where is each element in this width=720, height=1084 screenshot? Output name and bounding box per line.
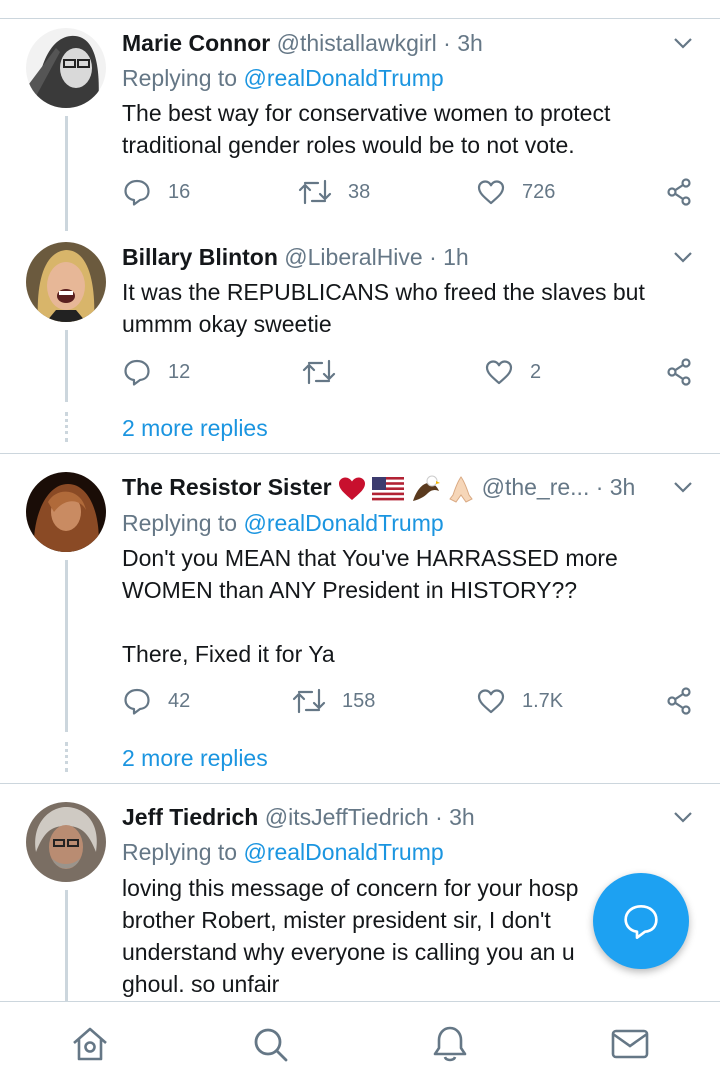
reply-count: 12: [168, 360, 191, 383]
tweet-actions: 42 158 1.7K: [122, 683, 702, 719]
heart-icon: [485, 360, 513, 385]
display-name[interactable]: Billary Blinton: [122, 244, 278, 270]
red-heart-icon: [339, 477, 366, 500]
share-button[interactable]: [664, 354, 694, 390]
retweet-icon: [298, 179, 332, 205]
retweet-button[interactable]: 38: [298, 174, 370, 210]
praying-hands-icon: [449, 476, 473, 503]
replying-to: Replying to @realDonaldTrump: [122, 508, 444, 538]
mention-link[interactable]: @realDonaldTrump: [243, 510, 443, 536]
timestamp: · 3h: [435, 804, 475, 830]
user-handle[interactable]: @itsJeffTiedrich: [265, 804, 429, 830]
heart-icon: [477, 689, 505, 714]
retweet-count: 158: [342, 689, 376, 712]
like-count: 726: [522, 180, 556, 203]
tweet-actions: 16 38 726: [122, 174, 702, 210]
thread-line: [65, 330, 68, 402]
display-name[interactable]: Marie Connor: [122, 30, 270, 56]
home-icon[interactable]: [70, 1024, 110, 1064]
mention-link[interactable]: @realDonaldTrump: [243, 65, 443, 91]
thread-line: [65, 116, 68, 231]
divider: [0, 453, 720, 454]
chevron-down-icon[interactable]: [672, 806, 694, 828]
like-button[interactable]: 1.7K: [476, 683, 563, 719]
reply-count: 16: [168, 180, 191, 203]
more-replies-link[interactable]: 2 more replies: [122, 413, 268, 443]
share-icon: [667, 358, 691, 386]
tweet-header: The Resistor Sister @the_re... · 3h: [122, 472, 636, 503]
reply-button[interactable]: 16: [122, 174, 190, 210]
share-button[interactable]: [664, 174, 694, 210]
messages-icon[interactable]: [610, 1024, 650, 1064]
display-name[interactable]: Jeff Tiedrich: [122, 804, 258, 830]
more-replies-link[interactable]: 2 more replies: [122, 743, 268, 773]
compose-reply-icon: [624, 905, 658, 939]
reply-icon: [124, 359, 150, 386]
avatar[interactable]: [26, 28, 106, 108]
timestamp: · 3h: [595, 474, 636, 500]
us-flag-icon: [372, 476, 405, 501]
thread-more-dots: [65, 742, 68, 772]
tweet-text: Don't you MEAN that You've HARRASSED mor…: [122, 545, 618, 667]
share-icon: [667, 178, 691, 206]
top-divider: [0, 18, 720, 19]
avatar[interactable]: [26, 472, 106, 552]
eagle-icon: [412, 475, 440, 501]
search-icon[interactable]: [250, 1024, 290, 1064]
replying-to-label: Replying to: [122, 510, 238, 536]
user-handle[interactable]: @thistallawkgirl: [277, 30, 437, 56]
divider: [0, 783, 720, 784]
timestamp: · 1h: [429, 244, 469, 270]
retweet-button[interactable]: 158: [292, 683, 375, 719]
user-handle[interactable]: @the_re...: [482, 474, 590, 500]
tweet-header: Marie Connor @thistallawkgirl · 3h: [122, 28, 483, 58]
reply-count: 42: [168, 689, 191, 712]
like-count: 2: [530, 360, 542, 383]
tweet-actions: 12 2: [122, 354, 702, 390]
reply-button[interactable]: 42: [122, 683, 190, 719]
retweet-icon: [292, 688, 326, 714]
display-name[interactable]: The Resistor Sister: [122, 474, 332, 500]
share-icon: [667, 687, 691, 715]
thread-line: [65, 560, 68, 732]
tweet-header: Jeff Tiedrich @itsJeffTiedrich · 3h: [122, 802, 475, 832]
reply-icon: [124, 179, 150, 206]
compose-reply-button[interactable]: [593, 873, 689, 969]
like-button[interactable]: 2: [484, 354, 541, 390]
heart-icon: [477, 180, 505, 205]
retweet-count: 38: [348, 180, 371, 203]
bottom-nav-bar: [0, 1001, 720, 1084]
replying-to: Replying to @realDonaldTrump: [122, 837, 444, 867]
like-count: 1.7K: [522, 689, 564, 712]
share-button[interactable]: [664, 683, 694, 719]
user-handle[interactable]: @LiberalHive: [284, 244, 422, 270]
reply-icon: [124, 688, 150, 715]
avatar[interactable]: [26, 802, 106, 882]
tweet-header: Billary Blinton @LiberalHive · 1h: [122, 242, 469, 272]
like-button[interactable]: 726: [476, 174, 555, 210]
tweet-text: The best way for conservative women to p…: [122, 100, 617, 158]
retweet-button[interactable]: [302, 354, 336, 390]
tweet-text: It was the REPUBLICANS who freed the sla…: [122, 279, 652, 337]
retweet-icon: [302, 359, 336, 385]
reply-button[interactable]: 12: [122, 354, 190, 390]
mention-link[interactable]: @realDonaldTrump: [243, 839, 443, 865]
replying-to-label: Replying to: [122, 65, 238, 91]
thread-more-dots: [65, 412, 68, 442]
notifications-icon[interactable]: [430, 1024, 470, 1064]
chevron-down-icon[interactable]: [672, 246, 694, 268]
chevron-down-icon[interactable]: [672, 32, 694, 54]
chevron-down-icon[interactable]: [672, 476, 694, 498]
timestamp: · 3h: [443, 30, 483, 56]
avatar[interactable]: [26, 242, 106, 322]
replying-to-label: Replying to: [122, 839, 238, 865]
thread-line: [65, 890, 68, 1001]
replying-to: Replying to @realDonaldTrump: [122, 63, 444, 93]
